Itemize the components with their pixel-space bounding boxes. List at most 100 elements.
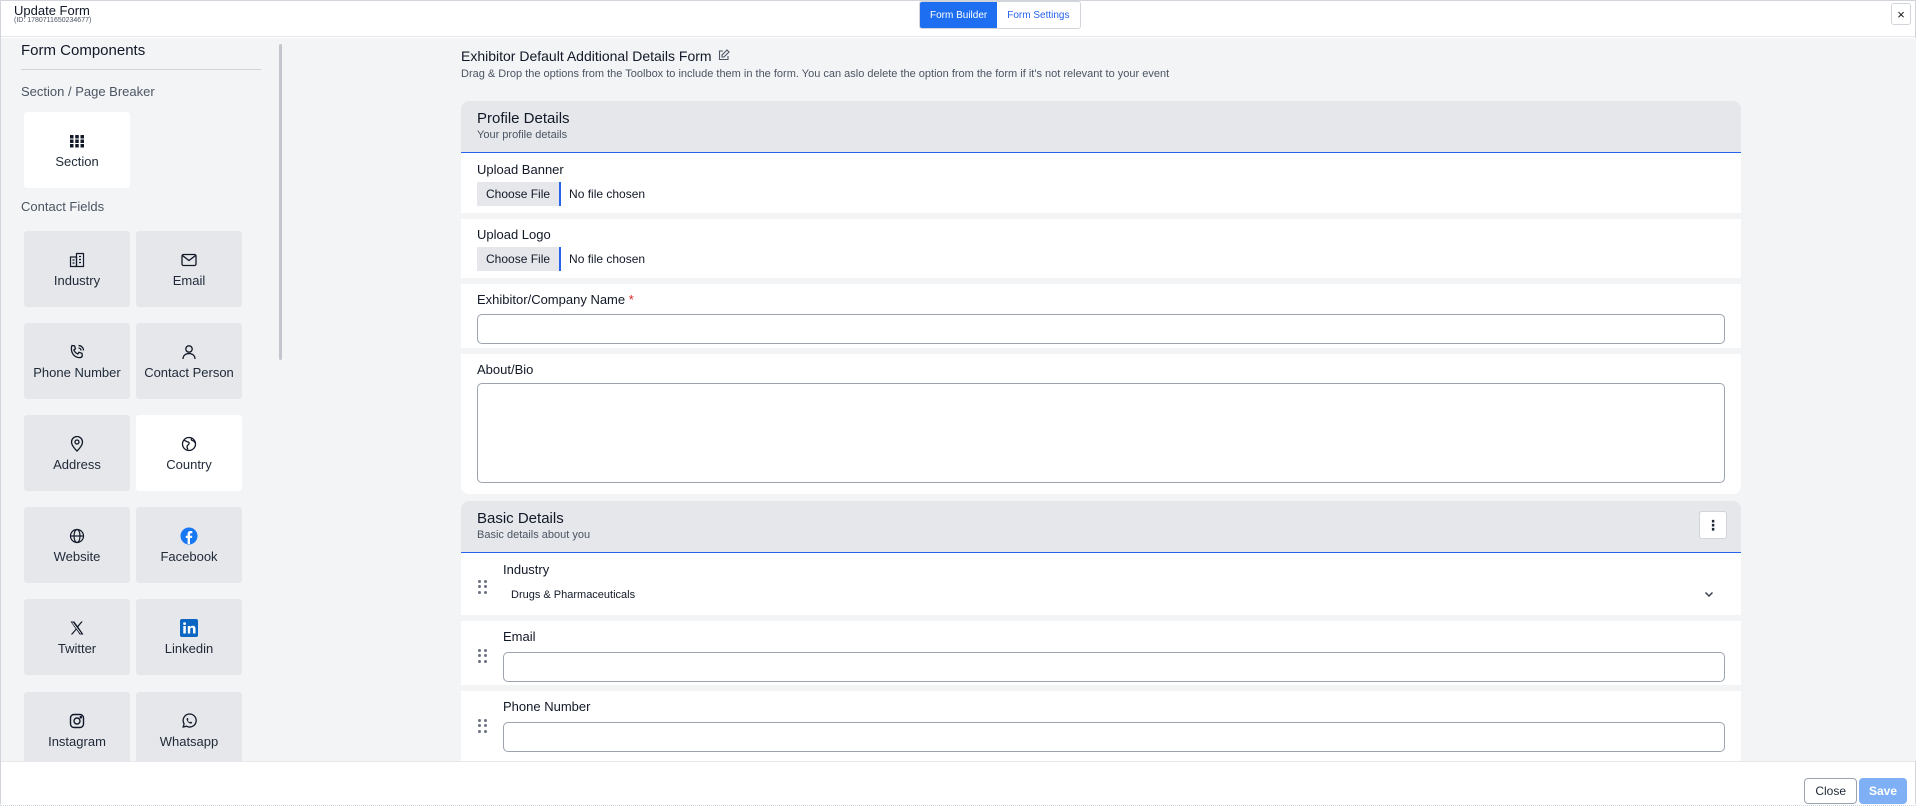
page-background-strip (0, 805, 1916, 811)
tile-country[interactable]: Country (136, 415, 242, 491)
upload-banner-input[interactable]: Choose File No file chosen (477, 182, 645, 206)
field-company-name: Exhibitor/Company Name * (461, 284, 1741, 354)
select-value: Drugs & Pharmaceuticals (511, 589, 636, 601)
form-description: Drag & Drop the options from the Toolbox… (461, 68, 1170, 80)
tile-label: Address (53, 456, 101, 472)
grid-icon (68, 132, 86, 150)
modal-header: Update Form (ID: 1780711650234677) Form … (1, 1, 1915, 37)
tile-label: Instagram (48, 733, 106, 749)
edit-icon[interactable] (718, 48, 730, 64)
drag-handle-icon[interactable] (478, 580, 488, 594)
envelope-icon (180, 251, 198, 269)
globe-icon (68, 527, 86, 545)
tile-email[interactable]: Email (136, 231, 242, 307)
tile-label: Country (166, 456, 212, 472)
tile-section[interactable]: Section (24, 112, 130, 188)
file-status: No file chosen (569, 187, 646, 201)
section-header: Profile Details Your profile details (461, 101, 1741, 153)
tile-label: Contact Person (144, 364, 234, 380)
instagram-icon (68, 712, 86, 730)
field-label: About/Bio (477, 362, 534, 377)
building-icon (68, 251, 86, 269)
section-subtitle: Basic details about you (477, 529, 591, 541)
form-canvas: Exhibitor Default Additional Details For… (284, 38, 1916, 761)
field-about-bio: About/Bio (461, 354, 1741, 494)
field-upload-logo: Upload Logo Choose File No file chosen (461, 219, 1741, 284)
sidebar-scrollbar[interactable] (279, 44, 282, 360)
tile-phone-number[interactable]: Phone Number (24, 323, 130, 399)
form-title-text: Exhibitor Default Additional Details For… (461, 48, 712, 64)
choose-file-button[interactable]: Choose File (477, 182, 562, 206)
form-title: Exhibitor Default Additional Details For… (461, 48, 730, 64)
choose-file-button[interactable]: Choose File (477, 247, 562, 271)
section-title: Basic Details (477, 510, 564, 527)
field-label: Industry (503, 562, 550, 577)
whatsapp-icon (180, 712, 198, 730)
profile-details-section: Profile Details Your profile details Upl… (461, 101, 1741, 494)
save-button[interactable]: Save (1858, 778, 1907, 804)
file-status: No file chosen (569, 252, 646, 266)
linkedin-icon (180, 618, 198, 637)
contact-fields-label: Contact Fields (21, 199, 105, 214)
phone-number-input[interactable] (503, 722, 1725, 752)
section-header: Basic Details Basic details about you ⋮ (461, 501, 1741, 553)
drag-handle-icon[interactable] (478, 719, 488, 733)
tile-industry[interactable]: Industry (24, 231, 130, 307)
form-id: (ID: 1780711650234677) (14, 17, 92, 24)
tile-address[interactable]: Address (24, 415, 130, 491)
tile-linkedin[interactable]: Linkedin (136, 599, 242, 675)
phone-icon (68, 343, 86, 361)
close-button[interactable]: Close (1804, 778, 1857, 804)
tile-label: Industry (53, 272, 101, 288)
tile-label: Linkedin (164, 640, 214, 656)
tile-label: Email (172, 272, 206, 288)
company-name-input[interactable] (477, 314, 1725, 344)
field-label-text: Exhibitor/Company Name (477, 292, 626, 307)
tile-whatsapp[interactable]: Whatsapp (136, 692, 242, 761)
field-label: Upload Banner (477, 162, 564, 177)
tile-label: Section (55, 153, 99, 169)
tile-contact-person[interactable]: Contact Person (136, 323, 242, 399)
field-upload-banner: Upload Banner Choose File No file chosen (461, 154, 1741, 219)
field-email: Email (461, 621, 1741, 691)
close-icon[interactable]: × (1891, 3, 1911, 25)
drag-handle-icon[interactable] (478, 649, 488, 663)
sidebar-divider (21, 69, 261, 70)
tile-label: Website (53, 548, 101, 564)
field-phone-number: Phone Number (461, 691, 1741, 761)
about-bio-textarea[interactable] (477, 383, 1725, 483)
section-menu-button[interactable]: ⋮ (1699, 511, 1727, 539)
tile-twitter[interactable]: Twitter (24, 599, 130, 675)
components-sidebar: Form Components Section / Page Breaker S… (1, 38, 284, 761)
tile-instagram[interactable]: Instagram (24, 692, 130, 761)
tab-bar: Form Builder Form Settings (919, 1, 1081, 29)
field-label: Phone Number (503, 699, 591, 714)
tab-form-settings[interactable]: Form Settings (997, 2, 1080, 28)
update-form-modal: Update Form (ID: 1780711650234677) Form … (0, 0, 1916, 805)
field-label: Exhibitor/Company Name * (477, 292, 634, 307)
section-title: Profile Details (477, 110, 570, 127)
modal-footer: Close Save (1, 761, 1915, 805)
section-breaker-label: Section / Page Breaker (21, 84, 155, 99)
modal-title: Update Form (14, 3, 90, 18)
tile-label: Phone Number (33, 364, 121, 380)
upload-logo-input[interactable]: Choose File No file chosen (477, 247, 645, 271)
tab-form-builder[interactable]: Form Builder (920, 2, 998, 28)
x-icon (68, 619, 86, 637)
sidebar-title: Form Components (21, 42, 146, 59)
basic-details-section: Basic Details Basic details about you ⋮ … (461, 501, 1741, 761)
chevron-down-icon (1703, 588, 1715, 603)
tile-label: Twitter (57, 640, 97, 656)
person-icon (180, 343, 198, 361)
field-label: Upload Logo (477, 227, 551, 242)
map-pin-icon (68, 435, 86, 453)
globe-pin-icon (180, 435, 198, 453)
industry-select[interactable]: Drugs & Pharmaceuticals (503, 582, 1725, 608)
field-industry: Industry Drugs & Pharmaceuticals (461, 554, 1741, 621)
email-input[interactable] (503, 652, 1725, 682)
tile-label: Whatsapp (159, 733, 219, 749)
tile-website[interactable]: Website (24, 507, 130, 583)
tile-label: Facebook (160, 548, 218, 564)
tile-facebook[interactable]: Facebook (136, 507, 242, 583)
required-marker: * (628, 292, 634, 307)
